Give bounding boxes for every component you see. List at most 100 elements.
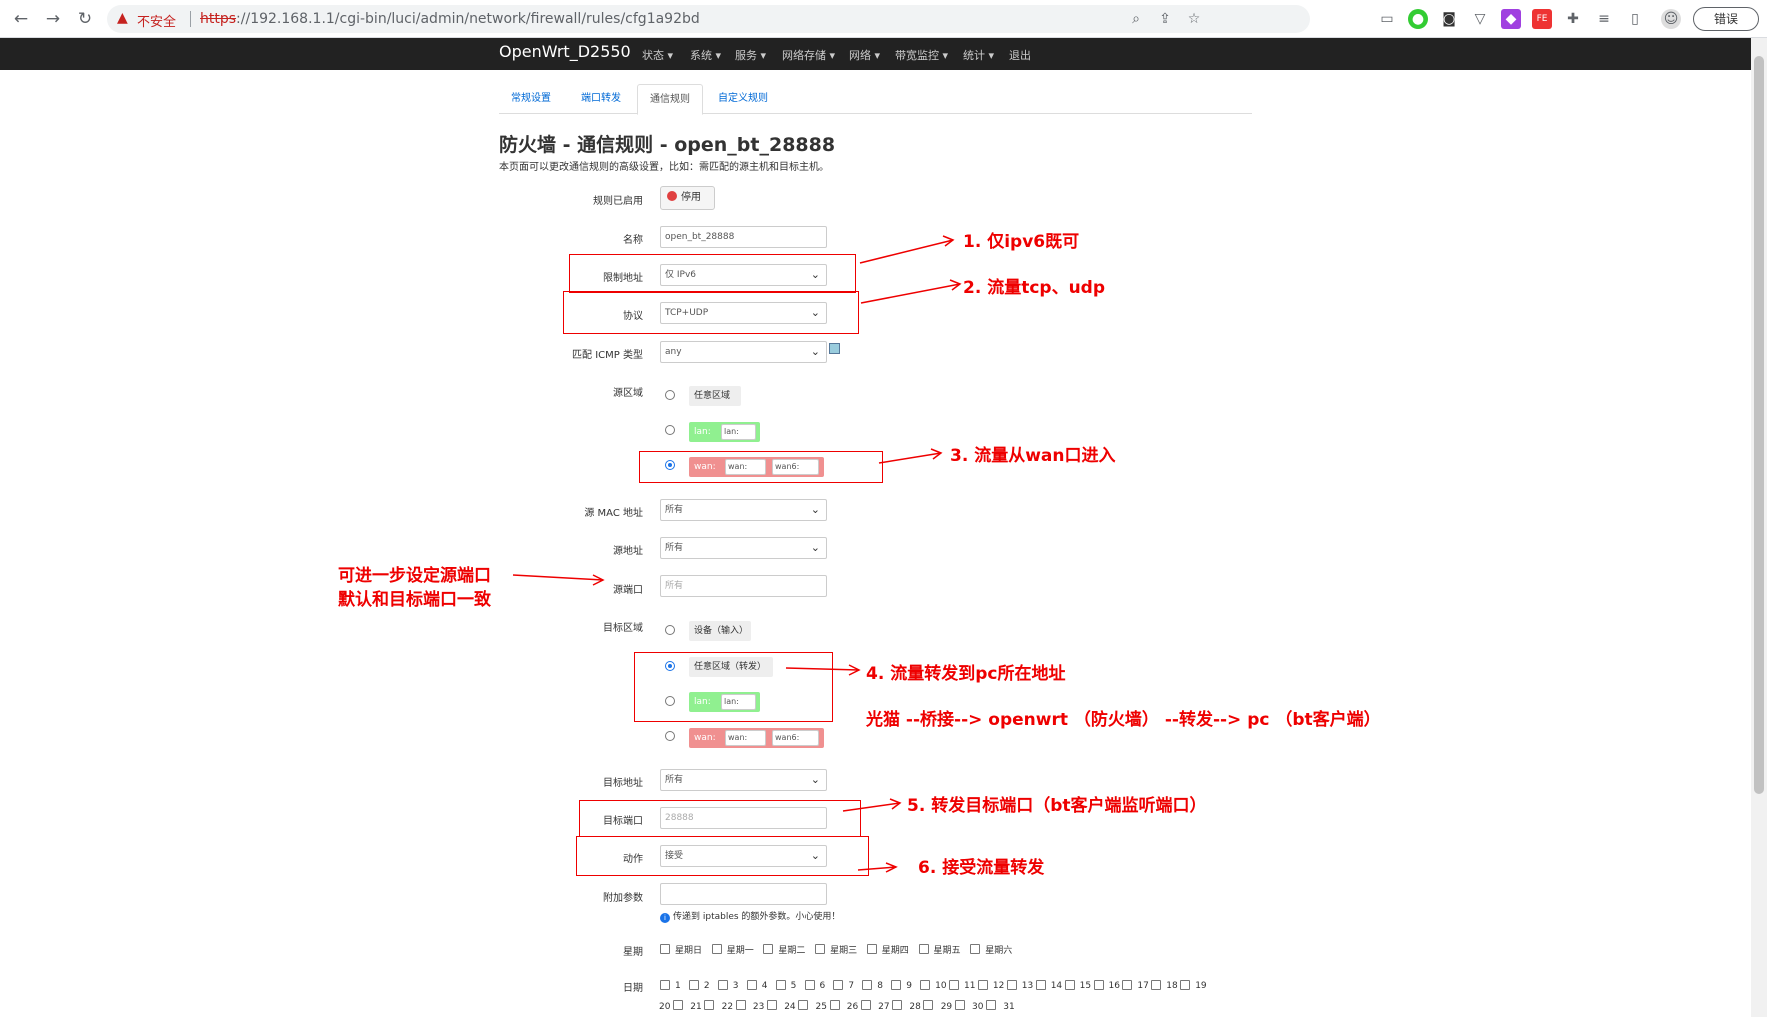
weekday-checkbox[interactable] [763,944,774,954]
extensions-puzzle-icon[interactable]: ✚ [1563,9,1583,29]
tab-general[interactable]: 常规设置 [499,84,563,114]
menu-nas[interactable]: 网络存储 ▾ [782,47,835,63]
menu-system[interactable]: 系统 ▾ [690,47,721,63]
tab-traffic-rules[interactable]: 通信规则 [637,84,703,115]
side-panel-icon[interactable]: ▯ [1625,9,1645,29]
monthday-checkbox[interactable] [862,980,873,990]
star-icon[interactable]: ☆ [1184,9,1204,29]
back-icon[interactable]: ← [11,9,31,29]
monthday-checkbox[interactable] [735,1000,746,1010]
dest-ip-select[interactable]: 所有 ⌄ [660,769,827,791]
src-mac-value: 所有 [665,505,684,515]
monthday-checkbox[interactable] [1093,980,1104,990]
monthday-label: 18 [1166,981,1178,991]
monthday-label: 30 [972,1002,984,1012]
src-zone-lan-radio[interactable] [665,425,675,435]
monthday-checkbox[interactable] [986,1000,996,1010]
monthday-checkbox[interactable] [920,980,931,990]
monthday-checkbox[interactable] [954,1000,965,1010]
brand-title[interactable]: OpenWrt_D2550 [499,42,631,61]
warning-icon: ▲ [117,10,128,26]
arrow-src [512,574,604,581]
weekday-checkbox[interactable] [660,944,670,954]
monthday-checkbox[interactable] [949,980,959,990]
monthday-label: 26 [846,1002,859,1012]
weekday-checkbox[interactable] [815,944,826,954]
weekday-label: 星期四 [881,946,909,956]
weekday-checkbox[interactable] [866,944,877,954]
monthday-checkbox[interactable] [977,980,988,990]
src-zone-any-radio[interactable] [665,390,675,400]
zoom-icon[interactable]: ⌕ [1126,9,1146,29]
menu-services[interactable]: 服务 ▾ [735,47,766,63]
tab-custom-rules[interactable]: 自定义规则 [706,84,780,114]
monthday-checkbox[interactable] [1064,980,1075,990]
src-port-input[interactable]: 所有 [660,575,827,597]
extension-fe-icon[interactable]: FE [1532,9,1552,29]
monthday-checkbox[interactable] [660,980,670,990]
monthday-checkbox[interactable] [798,1000,809,1010]
firewall-tabs: 常规设置 端口转发 通信规则 自定义规则 [499,84,1252,115]
extension-purple-icon[interactable]: ◆ [1501,9,1521,29]
share-icon[interactable]: ⇪ [1155,9,1175,29]
menu-bandwidth[interactable]: 带宽监控 ▾ [895,47,948,63]
url-path: ://192.168.1.1/cgi-bin/luci/admin/networ… [236,11,700,27]
monthday-checkbox[interactable] [1151,980,1162,990]
name-input[interactable]: open_bt_28888 [660,226,827,248]
monthday-checkbox[interactable] [804,980,815,990]
arrow-1 [859,239,954,264]
annotation-box-dest-zone [634,652,833,722]
tab-port-forward[interactable]: 端口转发 [569,84,633,114]
forward-icon[interactable]: → [43,9,63,29]
monthday-checkbox[interactable] [1122,980,1133,990]
reload-icon[interactable]: ↻ [75,9,95,29]
menu-network[interactable]: 网络 ▾ [849,47,880,63]
annotation-2: 2. 流量tcp、udp [963,278,1106,298]
dest-zone-device-radio[interactable] [665,625,675,635]
extension-green-icon[interactable]: ● [1408,9,1428,29]
monthday-checkbox[interactable] [1035,980,1046,990]
menu-status[interactable]: 状态 ▾ [642,47,673,63]
icmp-select[interactable]: any ⌄ [660,341,827,363]
monthday-label: 6 [819,981,826,991]
monthday-checkbox[interactable] [833,980,844,990]
extension-face-icon[interactable]: ◙ [1439,9,1459,29]
monthday-checkbox[interactable] [892,1000,903,1010]
extra-args-input[interactable] [660,883,827,905]
monthday-label: 31 [1003,1002,1015,1012]
monthday-checkbox[interactable] [1006,980,1017,990]
src-zone-lan-label: lan: [694,427,711,437]
monthday-checkbox[interactable] [860,1000,871,1010]
monthday-checkbox[interactable] [673,1000,683,1010]
weekday-checkbox[interactable] [918,944,929,954]
url-text[interactable]: https://192.168.1.1/cgi-bin/luci/admin/n… [200,11,700,27]
monthday-checkbox[interactable] [704,1000,715,1010]
disable-button[interactable]: 停用 [660,186,715,210]
monthday-checkbox[interactable] [688,980,699,990]
weekday-checkbox[interactable] [711,944,722,954]
profile-avatar-icon[interactable]: ☺ [1661,9,1681,29]
monthday-checkbox[interactable] [1180,980,1191,990]
monthday-checkbox[interactable] [717,980,728,990]
error-button[interactable]: 错误 [1693,7,1759,31]
monthday-checkbox[interactable] [891,980,902,990]
menu-logout[interactable]: 退出 [1009,47,1031,63]
reading-list-icon[interactable]: ≡ [1594,9,1614,29]
laptop-icon[interactable]: ▭ [1377,9,1397,29]
add-icmp-icon[interactable] [829,343,840,354]
address-bar[interactable]: ▲ 不安全 https://192.168.1.1/cgi-bin/luci/a… [107,5,1310,33]
extension-v-icon[interactable]: ▽ [1470,9,1490,29]
src-mac-select[interactable]: 所有 ⌄ [660,499,827,521]
scrollbar-thumb[interactable] [1754,56,1764,794]
monthday-checkbox[interactable] [829,1000,840,1010]
page-scrollbar[interactable] [1751,38,1767,1017]
dest-zone-wan-radio[interactable] [665,731,675,741]
menu-stats[interactable]: 统计 ▾ [963,47,994,63]
chevron-down-icon: ⌄ [810,345,820,358]
monthday-checkbox[interactable] [766,1000,777,1010]
monthday-checkbox[interactable] [746,980,757,990]
monthday-checkbox[interactable] [775,980,786,990]
weekday-checkbox[interactable] [970,944,981,954]
monthday-checkbox[interactable] [923,1000,934,1010]
src-ip-select[interactable]: 所有 ⌄ [660,537,827,559]
